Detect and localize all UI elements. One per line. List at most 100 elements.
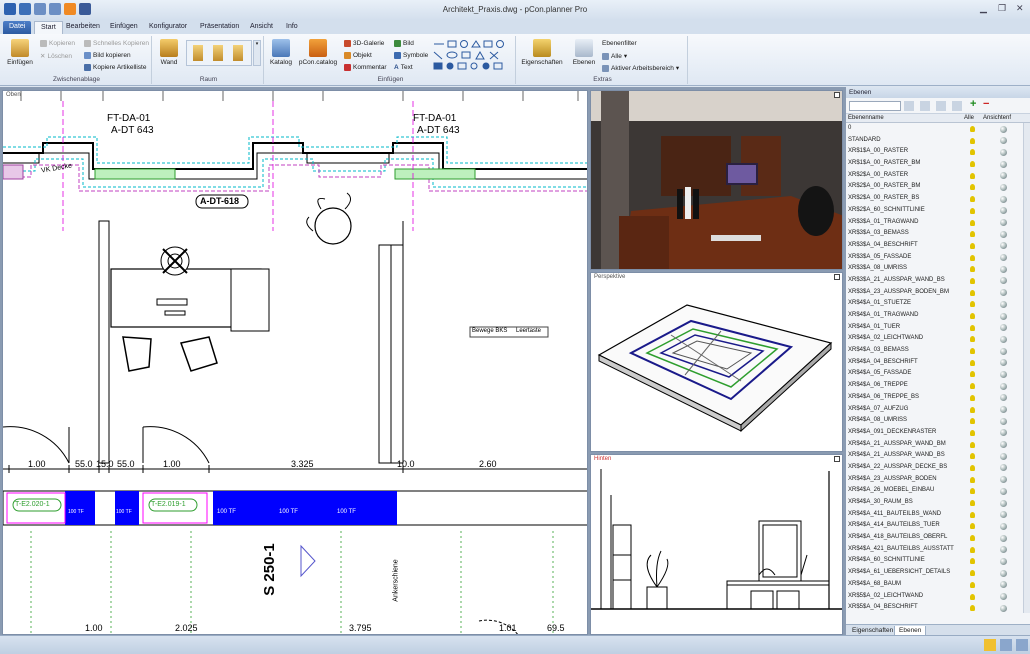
visibility-icon[interactable]	[1000, 441, 1007, 449]
visibility-icon[interactable]	[1000, 417, 1007, 425]
lightbulb-icon[interactable]	[970, 207, 975, 214]
visibility-icon[interactable]	[1000, 324, 1007, 332]
visibility-icon[interactable]	[1000, 312, 1007, 320]
layer-row[interactable]: XR$4$A_68_BAUM	[846, 579, 1030, 591]
visibility-icon[interactable]	[1000, 289, 1007, 297]
visibility-icon[interactable]	[1000, 207, 1007, 215]
visibility-icon[interactable]	[1000, 370, 1007, 378]
room-gallery[interactable]	[186, 40, 252, 66]
visibility-icon[interactable]	[1000, 359, 1007, 367]
layer-row[interactable]: XR$2$A_00_RASTER_BM	[846, 181, 1030, 193]
lightbulb-icon[interactable]	[970, 453, 975, 460]
grid-icon[interactable]	[1000, 639, 1012, 651]
visibility-icon[interactable]	[1000, 534, 1007, 542]
tab-einfuegen[interactable]: Einfügen	[104, 21, 144, 34]
lightbulb-icon[interactable]	[970, 324, 975, 331]
layer-row[interactable]: XR$1$A_00_RASTER_BM	[846, 158, 1030, 170]
layer-row[interactable]: XR$4$A_23_AUSSPAR_BODEN	[846, 474, 1030, 486]
layer-row[interactable]: XR$1$A_00_RASTER	[846, 146, 1030, 158]
tab-praesentation[interactable]: Präsentation	[194, 21, 245, 34]
lightbulb-icon[interactable]	[970, 359, 975, 366]
layer-row[interactable]: XR$3$A_21_AUSSPAR_WAND_BS	[846, 275, 1030, 287]
lightbulb-icon[interactable]	[970, 254, 975, 261]
layer-row[interactable]: XR$3$A_05_FASSADE	[846, 252, 1030, 264]
lightbulb-icon[interactable]	[970, 500, 975, 506]
lightbulb-icon[interactable]	[970, 336, 975, 343]
lightbulb-icon[interactable]	[970, 126, 975, 132]
lightbulb-icon[interactable]	[970, 184, 975, 191]
layer-row[interactable]: XR$4$A_04_BESCHRIFT	[846, 357, 1030, 369]
visibility-icon[interactable]	[1000, 382, 1007, 390]
visibility-icon[interactable]	[1000, 230, 1007, 238]
viewport-hinten[interactable]: Hinten	[590, 454, 843, 635]
lightbulb-icon[interactable]	[970, 535, 975, 542]
lightbulb-icon[interactable]	[970, 266, 975, 273]
layer-row[interactable]: XR$5$A_02_LEICHTWAND	[846, 591, 1030, 603]
visibility-icon[interactable]	[1000, 487, 1007, 495]
bild-button[interactable]: Bild	[394, 40, 414, 47]
visibility-icon[interactable]	[1000, 183, 1007, 191]
room-shape-icon[interactable]	[233, 45, 243, 61]
visibility-icon[interactable]	[1000, 499, 1007, 507]
visibility-icon[interactable]	[1000, 429, 1007, 437]
lightbulb-icon[interactable]	[970, 289, 975, 296]
visibility-icon[interactable]	[1000, 277, 1007, 285]
layer-row[interactable]: XR$4$A_01_TRAGWAND	[846, 310, 1030, 322]
lightbulb-icon[interactable]	[970, 371, 975, 378]
lightbulb-icon[interactable]	[970, 348, 975, 355]
visibility-icon[interactable]	[1000, 569, 1007, 577]
layer-row[interactable]: XR$4$A_06_TREPPE	[846, 380, 1030, 392]
visibility-icon[interactable]	[1000, 335, 1007, 343]
katalog-button[interactable]: Katalog	[268, 39, 294, 66]
lightbulb-icon[interactable]	[970, 476, 975, 483]
layer-row[interactable]: STANDARD	[846, 135, 1030, 147]
galerie3d-button[interactable]: 3D-Galerie	[344, 40, 384, 47]
lightbulb-icon[interactable]	[970, 301, 975, 308]
kommentar-button[interactable]: Kommentar	[344, 64, 387, 71]
alle-dropdown[interactable]: Alle ▾	[602, 52, 627, 60]
visibility-icon[interactable]	[1000, 137, 1007, 145]
lightbulb-icon[interactable]	[970, 196, 975, 203]
lightbulb-icon[interactable]	[970, 511, 975, 518]
restore-icon[interactable]: ❐	[998, 3, 1006, 14]
viewport-perspektive[interactable]: Perspektive	[590, 272, 843, 452]
room-shape-icon[interactable]	[193, 45, 203, 61]
lightbulb-icon[interactable]	[970, 149, 975, 156]
lightbulb-icon[interactable]	[970, 605, 975, 612]
lightbulb-icon[interactable]	[970, 429, 975, 436]
snap-icon[interactable]	[984, 639, 996, 651]
layer-row[interactable]: XR$4$A_21_AUSSPAR_WAND_BM	[846, 439, 1030, 451]
layer-row[interactable]: XR$4$A_22_AUSSPAR_DECKE_BS	[846, 462, 1030, 474]
layer-row[interactable]: XR$4$A_08_UMRISS	[846, 415, 1030, 427]
layer-row[interactable]: XR$4$A_07_AUFZUG	[846, 404, 1030, 416]
layer-row[interactable]: XR$3$A_04_BESCHRIFT	[846, 240, 1030, 252]
bild-kopieren-button[interactable]: Bild kopieren	[84, 52, 131, 59]
visibility-icon[interactable]	[1000, 581, 1007, 589]
layer-row[interactable]: XR$4$A_411_BAUTEILBS_WAND	[846, 509, 1030, 521]
layer-row[interactable]: XR$4$A_60_SCHNITTLINIE	[846, 555, 1030, 567]
col-alle[interactable]: Alle	[964, 115, 974, 121]
elevation-drawing[interactable]	[591, 455, 843, 635]
visibility-icon[interactable]	[1000, 464, 1007, 472]
layer-row[interactable]: XR$4$A_02_LEICHTWAND	[846, 333, 1030, 345]
lightbulb-icon[interactable]	[970, 418, 975, 425]
eigenschaften-button[interactable]: Eigenschaften	[520, 39, 564, 66]
tab-start[interactable]: Start	[34, 21, 63, 34]
add-layer-icon[interactable]: +	[970, 98, 976, 110]
layer-row[interactable]: XR$4$A_30_RAUM_BS	[846, 497, 1030, 509]
lightbulb-icon[interactable]	[970, 277, 975, 284]
lightbulb-icon[interactable]	[970, 231, 975, 238]
visibility-icon[interactable]	[1000, 394, 1007, 402]
visibility-icon[interactable]	[1000, 300, 1007, 308]
tab-datei[interactable]: Datei	[3, 21, 32, 34]
layer-row[interactable]: XR$4$A_03_BEMASS	[846, 345, 1030, 357]
layer-row[interactable]: XR$4$A_05_FASSADE	[846, 368, 1030, 380]
viewport-oben[interactable]: Oben FT-DA-01 A-DT 643 FT-DA-01 A-DT 643…	[2, 90, 588, 635]
lightbulb-icon[interactable]	[970, 242, 975, 249]
layer-row[interactable]: XR$3$A_03_BEMASS	[846, 228, 1030, 240]
layer-row[interactable]: XR$3$A_08_UMRISS	[846, 263, 1030, 275]
lightbulb-icon[interactable]	[970, 581, 975, 588]
pcon-catalog-button[interactable]: pCon.catalog	[296, 39, 340, 66]
layer-row[interactable]: XR$2$A_60_SCHNITTLINIE	[846, 205, 1030, 217]
lightbulb-icon[interactable]	[970, 383, 975, 390]
